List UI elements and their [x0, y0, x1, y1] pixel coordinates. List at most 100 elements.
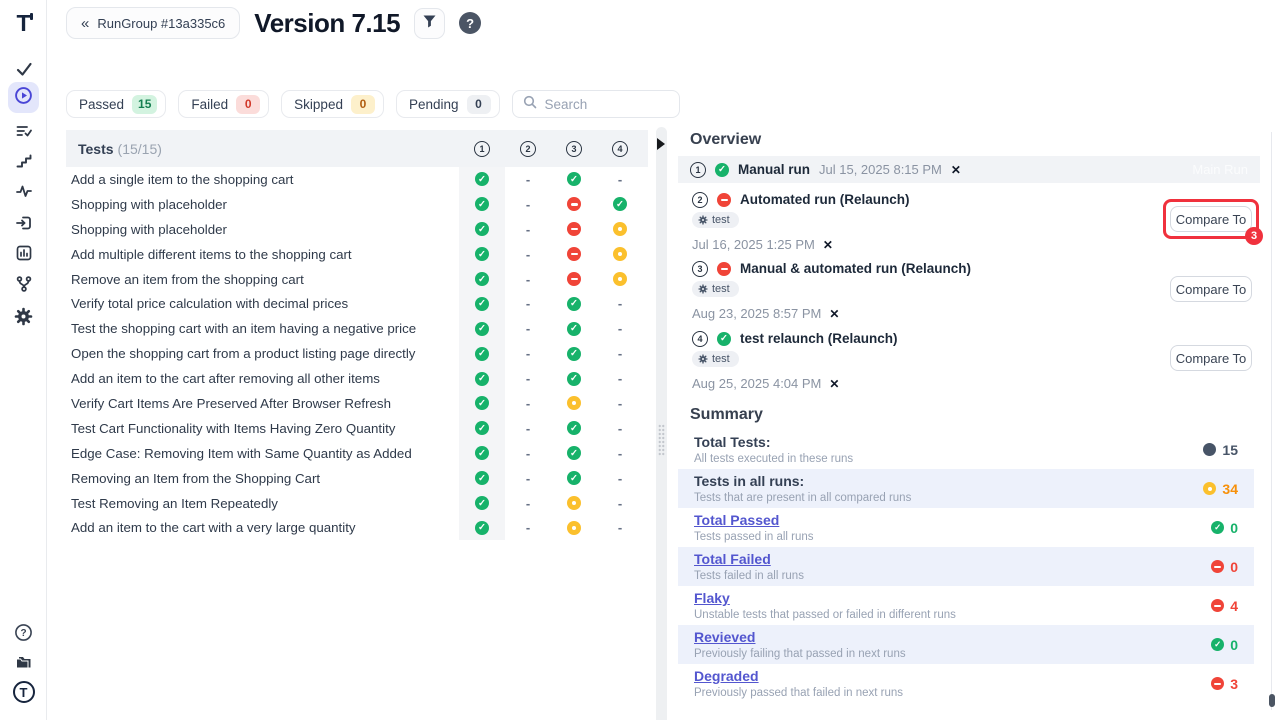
collapse-panel-icon[interactable]: [657, 138, 665, 150]
summary-row: Tests in all runs: Tests that are presen…: [678, 469, 1254, 508]
summary-metric-link[interactable]: Tests in all runs:: [694, 473, 911, 489]
app-logo[interactable]: T: [0, 8, 47, 38]
sidebar-item-account[interactable]: T: [0, 679, 47, 705]
summary-metric-value: 3: [1211, 676, 1238, 692]
filter-chip[interactable]: Failed 0: [178, 90, 269, 118]
check-icon: [15, 60, 33, 78]
summary-metric-link[interactable]: Degraded: [694, 668, 903, 684]
run-item-main[interactable]: 1 Manual run Jul 15, 2025 8:15 PM ✕ Main…: [678, 156, 1260, 183]
sidebar-item-settings[interactable]: [0, 303, 47, 329]
filter-button[interactable]: [414, 8, 445, 39]
sidebar-item-tests[interactable]: [0, 56, 47, 82]
sidebar-item-test-plans[interactable]: [0, 118, 47, 144]
remove-run-icon[interactable]: ✕: [829, 377, 839, 391]
table-row[interactable]: Add an item to the cart after removing a…: [66, 366, 648, 391]
sidebar-item-pulse[interactable]: [0, 178, 47, 204]
sidebar-item-branches[interactable]: [0, 271, 47, 297]
scrollbar-thumb[interactable]: [1269, 694, 1275, 707]
status-icon: [613, 347, 627, 361]
drag-handle[interactable]: [658, 424, 665, 456]
gear-icon: [698, 215, 708, 225]
comparison-panel: Overview 1 Manual run Jul 15, 2025 8:15 …: [676, 0, 1260, 720]
status-icon: [613, 421, 627, 435]
filter-chip[interactable]: Pending 0: [396, 90, 500, 118]
metric-status-icon: [1203, 482, 1216, 495]
status-icon: [613, 222, 627, 236]
back-to-rungroup-button[interactable]: « RunGroup #13a335c6: [66, 7, 240, 39]
circled-1-icon: 1: [474, 141, 490, 157]
summary-row: Flaky Unstable tests that passed or fail…: [678, 586, 1254, 625]
sidebar-item-steps[interactable]: [0, 148, 47, 174]
run-status-icon: [717, 193, 731, 207]
summary-row: Degraded Previously passed that failed i…: [678, 664, 1254, 703]
remove-run-icon[interactable]: ✕: [951, 163, 961, 177]
summary-metric-link[interactable]: Revieved: [694, 629, 906, 645]
table-row[interactable]: Verify total price calculation with deci…: [66, 291, 648, 316]
summary-metric-link[interactable]: Flaky: [694, 590, 956, 606]
table-row[interactable]: Test Cart Functionality with Items Havin…: [66, 416, 648, 441]
remove-run-icon[interactable]: ✕: [823, 238, 833, 252]
table-row[interactable]: Add an item to the cart with a very larg…: [66, 515, 648, 540]
sidebar-item-projects[interactable]: [0, 649, 47, 675]
status-icon: [567, 322, 581, 336]
status-icon: [613, 446, 627, 460]
summary-row: Revieved Previously failing that passed …: [678, 625, 1254, 664]
table-row[interactable]: Test the shopping cart with an item havi…: [66, 316, 648, 341]
help-button[interactable]: ?: [459, 12, 481, 34]
table-row[interactable]: Add multiple different items to the shop…: [66, 242, 648, 267]
table-row[interactable]: Open the shopping cart from a product li…: [66, 341, 648, 366]
test-name: Remove an item from the shopping cart: [66, 272, 459, 287]
chip-label: Passed: [79, 97, 124, 112]
summary-metric-link[interactable]: Total Passed: [694, 512, 814, 528]
filter-bar: Passed 15 Failed 0 Skipped 0 Pending 0: [66, 90, 680, 118]
account-logo-icon: T: [13, 681, 35, 703]
summary-metric-link[interactable]: Total Failed: [694, 551, 804, 567]
summary-metric-link[interactable]: Total Tests:: [694, 434, 853, 450]
sidebar-item-import[interactable]: [0, 210, 47, 236]
compare-to-button-run-4[interactable]: Compare To: [1170, 345, 1252, 371]
status-icon: [567, 272, 581, 286]
compare-to-button-run-3[interactable]: Compare To: [1170, 276, 1252, 302]
metric-count: 34: [1222, 481, 1238, 497]
table-row[interactable]: Remove an item from the shopping cart: [66, 267, 648, 292]
table-row[interactable]: Shopping with placeholder: [66, 217, 648, 242]
summary-metric-description: Unstable tests that passed or failed in …: [694, 609, 956, 621]
scrollbar-track[interactable]: [1271, 132, 1272, 710]
run-date: Aug 23, 2025 8:57 PM: [692, 306, 821, 321]
run-tag: test: [692, 351, 739, 367]
status-icon: [521, 446, 535, 460]
sidebar-item-runs[interactable]: [8, 82, 39, 113]
test-name: Open the shopping cart from a product li…: [66, 346, 459, 361]
metric-status-icon: [1211, 638, 1224, 651]
sidebar: T ? T: [0, 0, 47, 720]
gear-icon: [698, 284, 708, 294]
remove-run-icon[interactable]: ✕: [829, 307, 839, 321]
sidebar-item-help[interactable]: ?: [0, 619, 47, 645]
search-input[interactable]: [545, 97, 665, 112]
status-icon: [567, 372, 581, 386]
table-row[interactable]: Shopping with placeholder: [66, 192, 648, 217]
table-row[interactable]: Removing an Item from the Shopping Cart: [66, 466, 648, 491]
status-icon: [567, 446, 581, 460]
run-item-2[interactable]: 2 Automated run (Relaunch) test Jul 16, …: [692, 190, 910, 252]
search-input-wrapper[interactable]: [512, 90, 680, 118]
status-icon: [521, 396, 535, 410]
git-branch-icon: [15, 275, 33, 293]
pulse-icon: [15, 182, 33, 200]
summary-row: Total Failed Tests failed in all runs 0: [678, 547, 1254, 586]
test-name: Verify Cart Items Are Preserved After Br…: [66, 396, 459, 411]
run-item-3[interactable]: 3 Manual & automated run (Relaunch) test…: [692, 259, 971, 321]
table-row[interactable]: Verify Cart Items Are Preserved After Br…: [66, 391, 648, 416]
sidebar-item-analytics[interactable]: [0, 240, 47, 266]
test-name: Test Cart Functionality with Items Havin…: [66, 421, 459, 436]
filter-chip[interactable]: Passed 15: [66, 90, 166, 118]
table-row[interactable]: Edge Case: Removing Item with Same Quant…: [66, 441, 648, 466]
circled-3-icon: 3: [692, 261, 708, 277]
table-row[interactable]: Test Removing an Item Repeatedly: [66, 491, 648, 516]
run-item-4[interactable]: 4 test relaunch (Relaunch) test Aug 25, …: [692, 329, 898, 391]
table-row[interactable]: Add a single item to the shopping cart: [66, 167, 648, 192]
filter-chip[interactable]: Skipped 0: [281, 90, 384, 118]
summary-metric-description: Tests passed in all runs: [694, 531, 814, 543]
chip-count-badge: 15: [132, 95, 157, 114]
compare-to-button-run-2[interactable]: Compare To: [1170, 206, 1252, 232]
